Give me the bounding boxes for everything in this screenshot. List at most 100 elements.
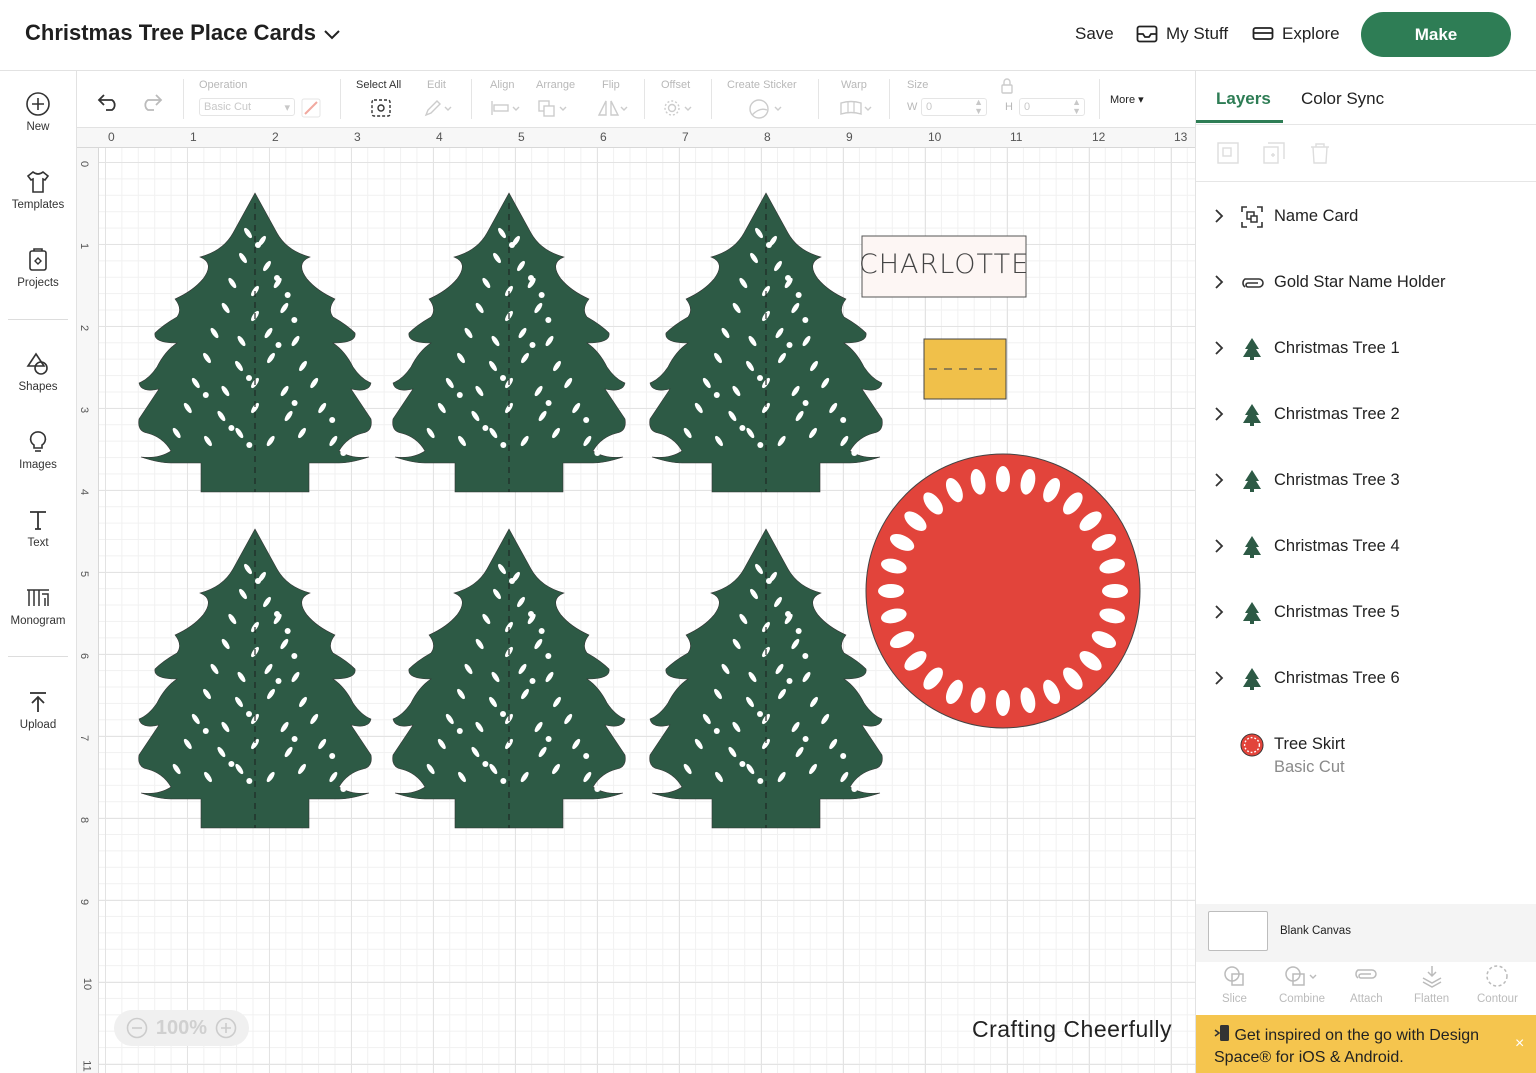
chevron-right-icon[interactable]	[1214, 407, 1224, 421]
design-canvas[interactable]: 0 1 2 3 4 5 6 7 8 9 10 11 12 13 0 1 2 3 4 5 6 7 8 9 10 11 CHARLO…	[77, 128, 1195, 1073]
gold-star-name-holder[interactable]	[923, 338, 1007, 400]
tree-dot-cutout	[583, 753, 590, 759]
make-button[interactable]: Make	[1361, 12, 1511, 57]
zoom-in-icon[interactable]	[215, 1017, 237, 1039]
sidebar-item-upload[interactable]: Upload	[0, 689, 76, 731]
tree-dot-cutout	[757, 375, 763, 381]
select-all-icon	[371, 99, 391, 117]
sidebar-item-text[interactable]: Text	[0, 507, 76, 549]
save-label: Save	[1075, 24, 1114, 43]
pen-color-swatch-icon[interactable]	[301, 98, 321, 118]
explore-button[interactable]: Explore	[1252, 24, 1340, 44]
arrange-icon	[538, 100, 567, 117]
sidebar-item-new[interactable]: New	[0, 91, 76, 133]
tree-thumb-icon	[1240, 403, 1264, 427]
layer-item[interactable]: Christmas Tree 3	[1196, 461, 1536, 501]
tree-dot-cutout	[802, 400, 809, 406]
christmas-tree[interactable]	[138, 192, 372, 493]
sidebar-item-projects[interactable]: Projects	[0, 247, 76, 289]
height-label: H	[1005, 101, 1013, 113]
contour-button[interactable]: Contour	[1477, 964, 1518, 1005]
blank-canvas-row[interactable]: Blank Canvas	[1196, 904, 1536, 962]
tree-dot-cutout	[275, 342, 282, 348]
trash-icon[interactable]	[1308, 141, 1332, 165]
operation-select[interactable]: Basic Cut ▾	[199, 98, 295, 116]
flip-label: Flip	[602, 79, 620, 91]
layer-name: Christmas Tree 6	[1274, 669, 1400, 687]
sidebar-item-images[interactable]: Images	[0, 429, 76, 471]
layer-name: Christmas Tree 4	[1274, 537, 1400, 555]
layer-item[interactable]: Name Card	[1196, 197, 1536, 237]
tree-dot-cutout	[545, 317, 552, 323]
chevron-right-icon[interactable]	[1214, 341, 1224, 355]
explore-label: Explore	[1282, 24, 1340, 43]
tree-dot-cutout	[246, 375, 252, 381]
undo-icon[interactable]	[97, 91, 121, 111]
tree-skirt[interactable]	[865, 453, 1141, 729]
tree-dot-cutout	[340, 786, 347, 792]
layer-item[interactable]: Christmas Tree 6	[1196, 659, 1536, 699]
sidebar-item-monogram[interactable]: Monogram	[0, 585, 76, 627]
tab-layers[interactable]: Layers	[1216, 89, 1271, 109]
redo-icon[interactable]	[139, 91, 163, 111]
tab-color-sync[interactable]: Color Sync	[1301, 89, 1384, 109]
blank-canvas-label: Blank Canvas	[1280, 925, 1351, 937]
chevron-right-icon[interactable]	[1214, 209, 1224, 223]
save-button[interactable]: Save	[1075, 24, 1114, 44]
chevron-right-icon[interactable]	[1214, 539, 1224, 553]
tree-thumb-icon	[1240, 601, 1264, 625]
flatten-button[interactable]: Flatten	[1414, 964, 1449, 1005]
close-icon[interactable]: ×	[1515, 1035, 1524, 1053]
attach-button[interactable]: Attach	[1350, 964, 1383, 1005]
project-title[interactable]: Christmas Tree Place Cards	[25, 20, 340, 46]
chevron-right-icon[interactable]	[1214, 605, 1224, 619]
tree-dot-cutout	[840, 753, 847, 759]
tree-dot-cutout	[202, 392, 209, 398]
warp-icon	[840, 100, 872, 115]
layer-item[interactable]: Christmas Tree 2	[1196, 395, 1536, 435]
layer-name: Gold Star Name Holder	[1274, 273, 1446, 291]
select-arrow-icon: ▾	[284, 102, 290, 114]
left-sidebar: New Templates Projects Shapes Images Tex…	[0, 71, 77, 1073]
chevron-right-icon[interactable]	[1214, 473, 1224, 487]
attach-label: Attach	[1350, 993, 1383, 1005]
name-card[interactable]: CHARLOTTE	[859, 235, 1029, 298]
chevron-right-icon[interactable]	[1214, 275, 1224, 289]
tree-dot-cutout	[802, 653, 809, 659]
tree-dot-cutout	[329, 417, 336, 423]
christmas-tree[interactable]	[138, 528, 372, 829]
tree-dot-cutout	[786, 678, 793, 684]
zoom-out-icon[interactable]	[126, 1017, 148, 1039]
layer-item[interactable]: Gold Star Name Holder	[1196, 263, 1536, 303]
tree-dot-cutout	[545, 653, 552, 659]
lightbulb-icon	[29, 431, 47, 452]
my-stuff-button[interactable]: My Stuff	[1136, 24, 1228, 44]
layer-item[interactable]: Christmas Tree 5	[1196, 593, 1536, 633]
more-menu[interactable]: More ▾	[1110, 93, 1144, 106]
tree-dot-cutout	[757, 442, 764, 448]
sidebar-item-templates[interactable]: Templates	[0, 169, 76, 211]
duplicate-icon[interactable]	[1262, 141, 1286, 165]
sidebar-item-shapes[interactable]: Shapes	[0, 351, 76, 393]
width-input[interactable]: 0 ▲ ▼	[921, 98, 987, 116]
layer-item[interactable]: Christmas Tree 1	[1196, 329, 1536, 369]
combine-button[interactable]: Combine	[1279, 964, 1325, 1005]
tree-dot-cutout	[291, 736, 298, 742]
tree-thumb-icon	[1240, 667, 1264, 691]
height-input[interactable]: 0 ▲ ▼	[1019, 98, 1085, 116]
christmas-tree[interactable]	[392, 192, 626, 493]
lock-icon[interactable]	[1000, 78, 1014, 94]
layer-name: Christmas Tree 2	[1274, 405, 1400, 423]
chevron-right-icon[interactable]	[1214, 671, 1224, 685]
chevron-down-icon	[324, 29, 340, 39]
layer-item[interactable]: Tree Skirt Basic Cut	[1196, 725, 1536, 776]
group-icon[interactable]	[1216, 141, 1240, 165]
layer-item[interactable]: Christmas Tree 4	[1196, 527, 1536, 567]
blank-canvas-swatch[interactable]	[1208, 911, 1268, 951]
tree-dot-cutout	[228, 425, 235, 431]
christmas-tree[interactable]	[649, 528, 883, 829]
size-label: Size	[907, 79, 929, 91]
christmas-tree[interactable]	[649, 192, 883, 493]
christmas-tree[interactable]	[392, 528, 626, 829]
slice-button[interactable]: Slice	[1222, 964, 1247, 1005]
